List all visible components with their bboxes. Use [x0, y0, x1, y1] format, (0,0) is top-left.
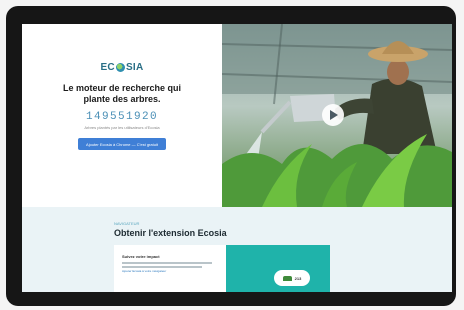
- tree-counter: 149551920: [85, 111, 158, 123]
- extension-heading: Obtenir l'extension Ecosia: [114, 228, 227, 238]
- extension-preview-panel: 213: [226, 245, 330, 292]
- section-kicker: NAVIGATEUR: [114, 221, 140, 226]
- tree-icon: [282, 275, 292, 281]
- extension-section: NAVIGATEUR Obtenir l'extension Ecosia Su…: [22, 207, 452, 292]
- globe-icon: [115, 63, 125, 72]
- hero-text-panel: EC SIA Le moteur de recherche qui plante…: [22, 24, 222, 207]
- tree-count-pill: 213: [274, 270, 310, 286]
- ecosia-logo[interactable]: EC SIA: [100, 62, 143, 73]
- tree-counter-caption: Arbres plantés par les utilisateurs d'Ec…: [84, 125, 160, 130]
- hero-photo: [222, 24, 452, 207]
- logo-text-right: SIA: [125, 62, 144, 73]
- screen: EC SIA Le moteur de recherche qui plante…: [22, 24, 452, 292]
- tree-count: 213: [294, 275, 302, 281]
- impact-card-title: Suivez votre impact: [122, 254, 160, 259]
- logo-text-left: EC: [100, 62, 115, 73]
- card-text-line: [122, 262, 212, 264]
- impact-card-link[interactable]: Ajouter Ecosia à votre navigateur: [122, 269, 166, 273]
- play-icon: [330, 110, 338, 120]
- impact-card: Suivez votre impact Ajouter Ecosia à vot…: [114, 245, 226, 292]
- card-text-line: [122, 266, 202, 268]
- add-to-chrome-button[interactable]: Ajouter Ecosia à Chrome — C'est gratuit: [78, 138, 166, 150]
- play-video-button[interactable]: [322, 104, 344, 126]
- hero-tagline: Le moteur de recherche qui plante des ar…: [62, 83, 182, 104]
